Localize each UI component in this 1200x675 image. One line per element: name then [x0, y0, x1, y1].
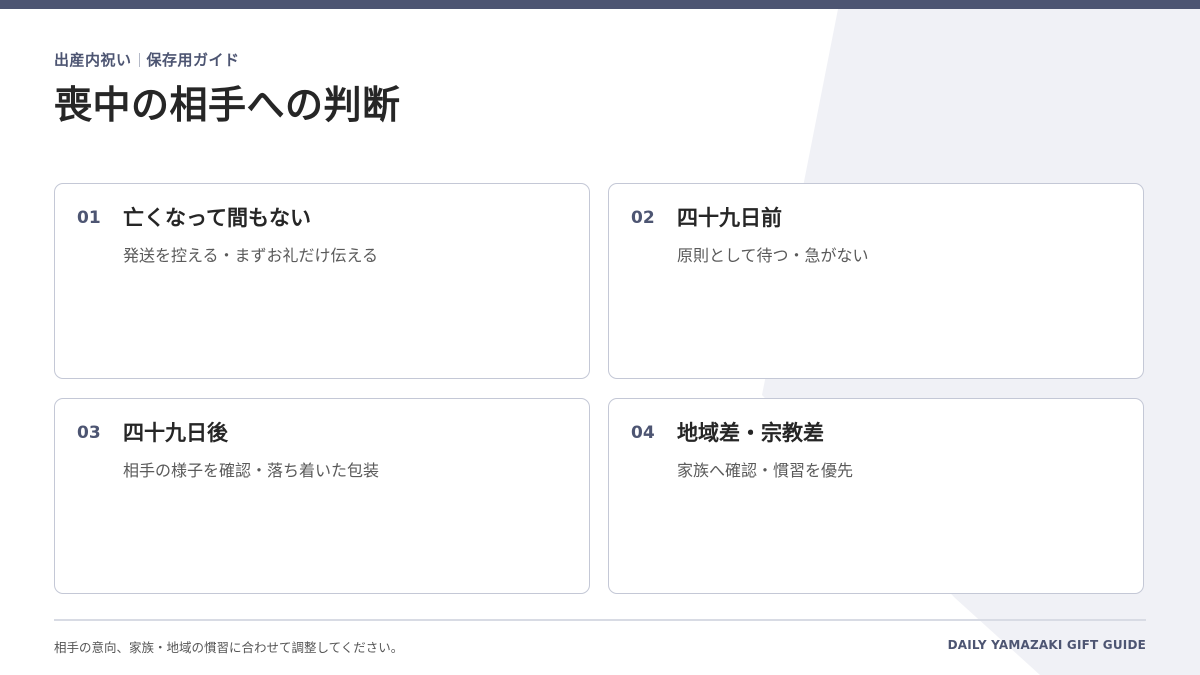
card-description: 発送を控える・まずお礼だけ伝える — [123, 246, 379, 265]
card-number: 04 — [631, 423, 655, 443]
subcategory-label: 保存用ガイド — [146, 51, 240, 69]
footer-divider — [54, 619, 1146, 621]
footer-note: 相手の意向、家族・地域の慣習に合わせて調整してください。 — [54, 640, 404, 655]
eyebrow: 出産内祝い 保存用ガイド — [54, 49, 240, 70]
card-description: 家族へ確認・慣習を優先 — [677, 461, 854, 480]
card-4: 04 地域差・宗教差 家族へ確認・慣習を優先 — [608, 398, 1144, 594]
card-number: 01 — [77, 208, 101, 228]
card-title: 亡くなって間もない — [123, 206, 311, 230]
card-description: 原則として待つ・急がない — [677, 246, 869, 265]
card-2: 02 四十九日前 原則として待つ・急がない — [608, 183, 1144, 379]
card-title: 四十九日後 — [123, 421, 228, 445]
eyebrow-divider — [138, 52, 140, 67]
card-3: 03 四十九日後 相手の様子を確認・落ち着いた包装 — [54, 398, 590, 594]
card-number: 03 — [77, 423, 101, 443]
footer-brand: DAILY YAMAZAKI GIFT GUIDE — [947, 638, 1146, 652]
category-label: 出産内祝い — [54, 51, 132, 69]
card-1: 01 亡くなって間もない 発送を控える・まずお礼だけ伝える — [54, 183, 590, 379]
card-title: 四十九日前 — [677, 206, 782, 230]
page-title: 喪中の相手への判断 — [54, 83, 401, 127]
card-title: 地域差・宗教差 — [677, 421, 824, 445]
slide: 出産内祝い 保存用ガイド 喪中の相手への判断 01 亡くなって間もない 発送を控… — [0, 0, 1200, 675]
card-number: 02 — [631, 208, 655, 228]
card-description: 相手の様子を確認・落ち着いた包装 — [123, 461, 380, 480]
